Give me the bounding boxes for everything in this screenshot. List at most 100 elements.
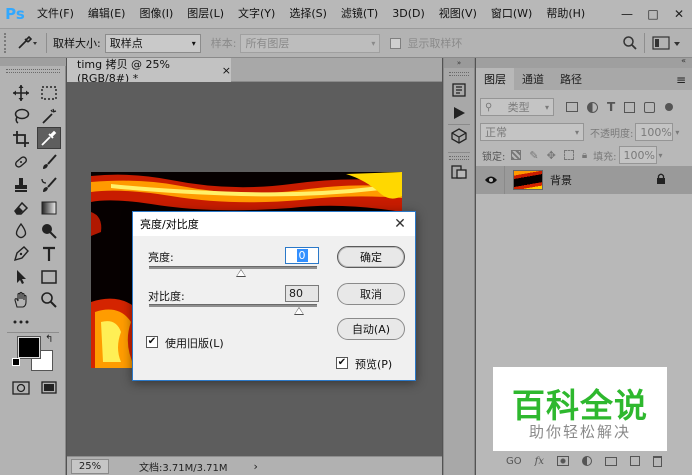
marquee-tool-icon[interactable]: [37, 82, 61, 104]
properties-panel-icon[interactable]: [451, 164, 467, 183]
lock-artboard-icon[interactable]: [563, 150, 574, 160]
show-ring-checkbox[interactable]: [390, 37, 402, 49]
lock-transparent-icon[interactable]: [511, 150, 522, 160]
menu-item[interactable]: 3D(D): [385, 0, 432, 28]
swap-colors-icon[interactable]: ↰: [45, 334, 53, 345]
collapse-arrows-icon[interactable]: »: [444, 58, 474, 68]
new-group-icon[interactable]: [604, 456, 617, 466]
dodge-tool-icon[interactable]: [37, 220, 61, 242]
filter-smart-object-icon[interactable]: [644, 101, 656, 113]
sample-select[interactable]: 所有图层 ▾: [240, 33, 381, 53]
zoom-tool-icon[interactable]: [37, 289, 61, 311]
contrast-slider-thumb[interactable]: [293, 307, 304, 315]
default-colors-icon[interactable]: [12, 358, 20, 366]
filter-type-icon[interactable]: T: [607, 100, 615, 114]
brightness-slider-thumb[interactable]: [236, 269, 247, 277]
screen-mode-icon[interactable]: [40, 380, 58, 399]
search-icon: ⚲: [485, 101, 493, 113]
menu-item[interactable]: 文件(F): [30, 0, 81, 28]
brush-tool-icon[interactable]: [37, 151, 61, 173]
contrast-slider-track[interactable]: [149, 304, 317, 307]
opacity-field[interactable]: 100%: [635, 123, 674, 141]
fill-field[interactable]: 100%: [618, 146, 657, 164]
lasso-tool-icon[interactable]: [9, 105, 33, 127]
layer-thumbnail: [513, 170, 543, 190]
lock-position-icon[interactable]: ✥: [547, 149, 556, 162]
gradient-tool-icon[interactable]: [37, 197, 61, 219]
3d-panel-icon[interactable]: [451, 128, 467, 147]
dialog-close-button[interactable]: ✕: [391, 215, 409, 233]
layer-row[interactable]: 背景: [476, 166, 692, 194]
workspace-icon[interactable]: [652, 35, 682, 51]
eyedropper-preset-icon[interactable]: [16, 35, 38, 51]
filter-shape-icon[interactable]: [624, 101, 636, 113]
panel-menu-icon[interactable]: ≡: [676, 73, 686, 87]
ok-button[interactable]: 确定: [337, 246, 405, 268]
maximize-button[interactable]: □: [640, 7, 666, 21]
add-mask-icon[interactable]: [556, 456, 569, 466]
menu-item[interactable]: 窗口(W): [484, 0, 539, 28]
link-layers-icon[interactable]: GO: [506, 456, 522, 467]
adjustment-layer-icon[interactable]: [581, 456, 592, 466]
sample-size-select[interactable]: 取样点 ▾: [104, 33, 201, 53]
move-tool-icon[interactable]: [9, 82, 33, 104]
filter-toggle-icon[interactable]: [665, 103, 674, 111]
quick-mask-icon[interactable]: [12, 381, 30, 398]
path-selection-tool-icon[interactable]: [9, 266, 33, 288]
history-brush-tool-icon[interactable]: [37, 174, 61, 196]
trash-icon[interactable]: [652, 455, 662, 467]
status-menu-arrow[interactable]: ›: [254, 460, 258, 473]
healing-brush-tool-icon[interactable]: [9, 151, 33, 173]
foreground-color-swatch[interactable]: [17, 336, 41, 359]
menu-item[interactable]: 编辑(E): [81, 0, 133, 28]
close-button[interactable]: ✕: [666, 7, 692, 21]
new-layer-icon[interactable]: [629, 456, 640, 466]
zoom-level-field[interactable]: 25%: [71, 458, 109, 474]
menu-item[interactable]: 视图(V): [432, 0, 484, 28]
eyedropper-tool-icon[interactable]: [37, 127, 61, 149]
document-tab[interactable]: timg 拷贝 @ 25%(RGB/8#) * ×: [67, 58, 231, 85]
menu-item[interactable]: 选择(S): [282, 0, 334, 28]
crop-tool-icon[interactable]: [9, 128, 33, 150]
tab-paths[interactable]: 路径: [552, 68, 590, 90]
history-panel-icon[interactable]: [451, 82, 467, 101]
chevron-down-icon[interactable]: ▾: [659, 151, 663, 160]
filter-adjustment-icon[interactable]: [587, 101, 598, 113]
filter-pixel-icon[interactable]: [566, 102, 578, 112]
menu-item[interactable]: 图像(I): [132, 0, 180, 28]
lock-all-icon[interactable]: 🔒︎: [582, 150, 587, 161]
close-tab-icon[interactable]: ×: [222, 64, 231, 77]
legacy-checkbox[interactable]: ✔: [146, 336, 158, 348]
type-tool-icon[interactable]: [37, 243, 61, 265]
layer-filter-select[interactable]: ⚲ 类型 ▾: [480, 98, 554, 116]
magic-wand-tool-icon[interactable]: [37, 105, 61, 127]
chevron-down-icon[interactable]: ▾: [675, 128, 679, 137]
search-icon[interactable]: [622, 35, 638, 54]
preview-checkbox[interactable]: ✔: [336, 357, 348, 369]
rectangle-tool-icon[interactable]: [37, 266, 61, 288]
lock-image-icon[interactable]: ✎: [529, 149, 538, 162]
blur-tool-icon[interactable]: [9, 220, 33, 242]
eraser-tool-icon[interactable]: [9, 197, 33, 219]
tab-channels[interactable]: 通道: [514, 68, 552, 90]
menu-item[interactable]: 图层(L): [180, 0, 231, 28]
brightness-slider-track[interactable]: [149, 266, 317, 269]
blend-mode-select[interactable]: 正常 ▾: [480, 123, 584, 141]
clone-stamp-tool-icon[interactable]: [9, 174, 33, 196]
fx-icon[interactable]: fx: [535, 456, 544, 467]
tab-layers[interactable]: 图层: [476, 68, 514, 90]
more-tools-icon[interactable]: [9, 311, 33, 333]
menu-item[interactable]: 滤镜(T): [334, 0, 385, 28]
actions-panel-icon[interactable]: [452, 106, 466, 123]
contrast-field[interactable]: 80: [285, 285, 319, 302]
brightness-field[interactable]: 0: [285, 247, 319, 264]
auto-button[interactable]: 自动(A): [337, 318, 405, 340]
cancel-button[interactable]: 取消: [337, 283, 405, 305]
hand-tool-icon[interactable]: [9, 289, 33, 311]
pen-tool-icon[interactable]: [9, 243, 33, 265]
collapse-arrows-icon[interactable]: «: [681, 56, 686, 65]
menu-item[interactable]: 帮助(H): [539, 0, 592, 28]
minimize-button[interactable]: —: [614, 7, 640, 21]
visibility-eye-icon[interactable]: [484, 175, 498, 185]
menu-item[interactable]: 文字(Y): [231, 0, 282, 28]
